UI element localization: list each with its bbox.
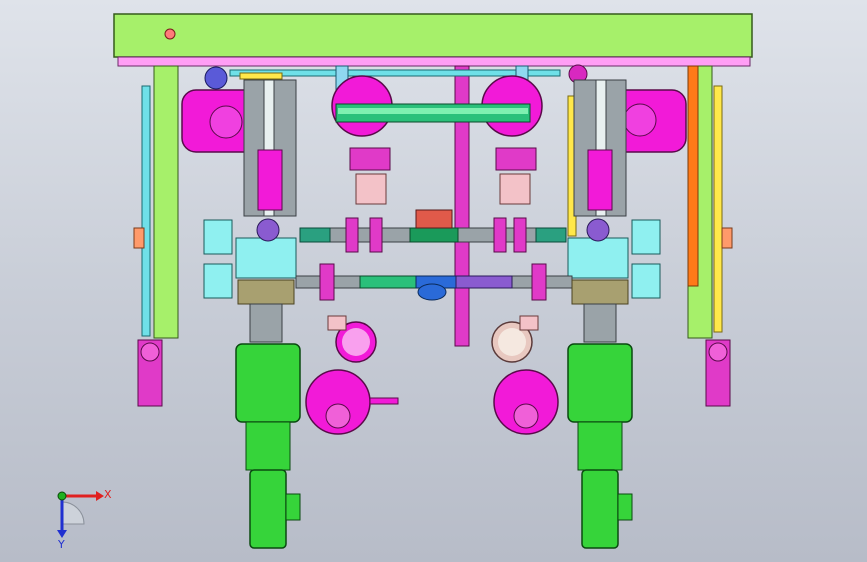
pressure-gauges	[327, 315, 539, 363]
triad-x-label: X	[104, 488, 112, 501]
triad-y-label: Y	[57, 538, 65, 551]
side-valves	[137, 339, 731, 407]
pipe-run-lower	[295, 263, 573, 301]
pipe-run-upper	[299, 209, 567, 253]
lower-volutes	[305, 369, 559, 435]
pump-motors	[235, 343, 633, 549]
assembly-drawing: X Y	[57, 13, 753, 551]
coordinate-triad: X Y	[57, 488, 112, 551]
top-frame	[113, 13, 753, 67]
cad-viewport[interactable]: X Y	[0, 0, 867, 562]
